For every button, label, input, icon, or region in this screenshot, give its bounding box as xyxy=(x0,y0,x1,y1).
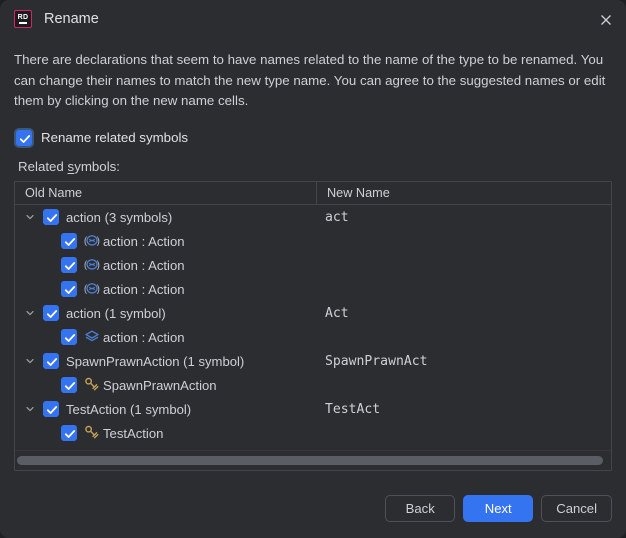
table-row[interactable]: action : Action xyxy=(15,325,611,349)
related-symbols-table: Old Name New Name action (3 symbols) act (… xyxy=(14,181,612,471)
parameter-icon: () xyxy=(83,256,101,273)
cell-old-name: action (3 symbols) xyxy=(66,209,173,225)
row-checkbox[interactable] xyxy=(61,233,77,249)
row-checkbox[interactable] xyxy=(43,209,59,225)
table-row[interactable]: action (3 symbols) act xyxy=(15,205,611,229)
cell-old-name: SpawnPrawnAction (1 symbol) xyxy=(66,353,245,369)
row-checkbox[interactable] xyxy=(61,425,77,441)
cell-old-name: TestAction (1 symbol) xyxy=(66,401,192,417)
table-row[interactable]: action (1 symbol) Act xyxy=(15,301,611,325)
rider-rd-icon: RD xyxy=(14,10,32,28)
cancel-button[interactable]: Cancel xyxy=(541,495,612,522)
chevron-down-icon[interactable] xyxy=(23,349,37,373)
table-row[interactable]: SpawnPrawnAction xyxy=(15,373,611,397)
rename-related-symbols-checkbox[interactable]: Rename related symbols xyxy=(16,129,189,146)
table-row[interactable]: () action : Action xyxy=(15,229,611,253)
horizontal-scrollbar-thumb[interactable] xyxy=(17,456,603,465)
row-checkbox[interactable] xyxy=(43,353,59,369)
parameter-icon: () xyxy=(83,280,101,297)
cell-old-name: action : Action xyxy=(103,281,185,297)
table-row[interactable]: () action : Action xyxy=(15,277,611,301)
class-icon xyxy=(83,376,101,393)
parameter-icon: () xyxy=(83,232,101,249)
dialog-titlebar: RD Rename xyxy=(0,0,626,38)
cell-old-name: action : Action xyxy=(103,257,185,273)
cell-old-name: action (1 symbol) xyxy=(66,305,166,321)
rename-related-symbols-label: Rename related symbols xyxy=(41,130,189,145)
cell-old-name: action : Action xyxy=(103,329,185,345)
row-checkbox[interactable] xyxy=(61,377,77,393)
related-symbols-label: Related symbols: xyxy=(18,159,626,174)
rename-dialog: RD Rename There are declarations that se… xyxy=(0,0,626,538)
table-body: action (3 symbols) act() action : Action()… xyxy=(15,205,611,449)
related-symbols-suffix: ymbols: xyxy=(74,158,120,174)
dialog-title: Rename xyxy=(44,11,99,27)
class-icon xyxy=(83,424,101,441)
row-checkbox[interactable] xyxy=(43,401,59,417)
table-header-row: Old Name New Name xyxy=(15,182,611,205)
next-button[interactable]: Next xyxy=(463,495,534,522)
cell-old-name: TestAction xyxy=(103,425,164,441)
table-row[interactable]: SpawnPrawnAction (1 symbol) SpawnPrawnAct xyxy=(15,349,611,373)
local-variable-icon xyxy=(83,328,101,345)
rider-rd-icon-text: RD xyxy=(17,13,29,21)
cell-new-name[interactable]: SpawnPrawnAct xyxy=(325,354,427,369)
dialog-description: There are declarations that seem to have… xyxy=(14,52,606,108)
column-header-new-name[interactable]: New Name xyxy=(316,182,611,204)
row-checkbox[interactable] xyxy=(61,281,77,297)
cell-old-name: SpawnPrawnAction xyxy=(103,377,217,393)
cell-old-name: action : Action xyxy=(103,233,185,249)
horizontal-scrollbar[interactable] xyxy=(15,450,611,470)
chevron-down-icon[interactable] xyxy=(23,301,37,325)
related-symbols-prefix: Related xyxy=(18,158,68,174)
cell-new-name[interactable]: TestAct xyxy=(325,402,380,417)
rider-rd-icon-underline xyxy=(19,22,27,25)
chevron-down-icon[interactable] xyxy=(23,205,37,229)
close-icon[interactable] xyxy=(594,8,618,32)
table-row[interactable]: TestAction xyxy=(15,421,611,445)
column-header-old-name[interactable]: Old Name xyxy=(15,182,316,204)
chevron-down-icon[interactable] xyxy=(23,397,37,421)
checkbox-box xyxy=(16,129,32,146)
row-checkbox[interactable] xyxy=(61,329,77,345)
cell-new-name[interactable]: act xyxy=(325,210,349,225)
cell-new-name[interactable]: Act xyxy=(325,306,349,321)
back-button[interactable]: Back xyxy=(385,495,456,522)
table-row[interactable]: () action : Action xyxy=(15,253,611,277)
table-row[interactable]: TestAction (1 symbol) TestAct xyxy=(15,397,611,421)
row-checkbox[interactable] xyxy=(61,257,77,273)
row-checkbox[interactable] xyxy=(43,305,59,321)
dialog-button-bar: Back Next Cancel xyxy=(385,495,612,522)
